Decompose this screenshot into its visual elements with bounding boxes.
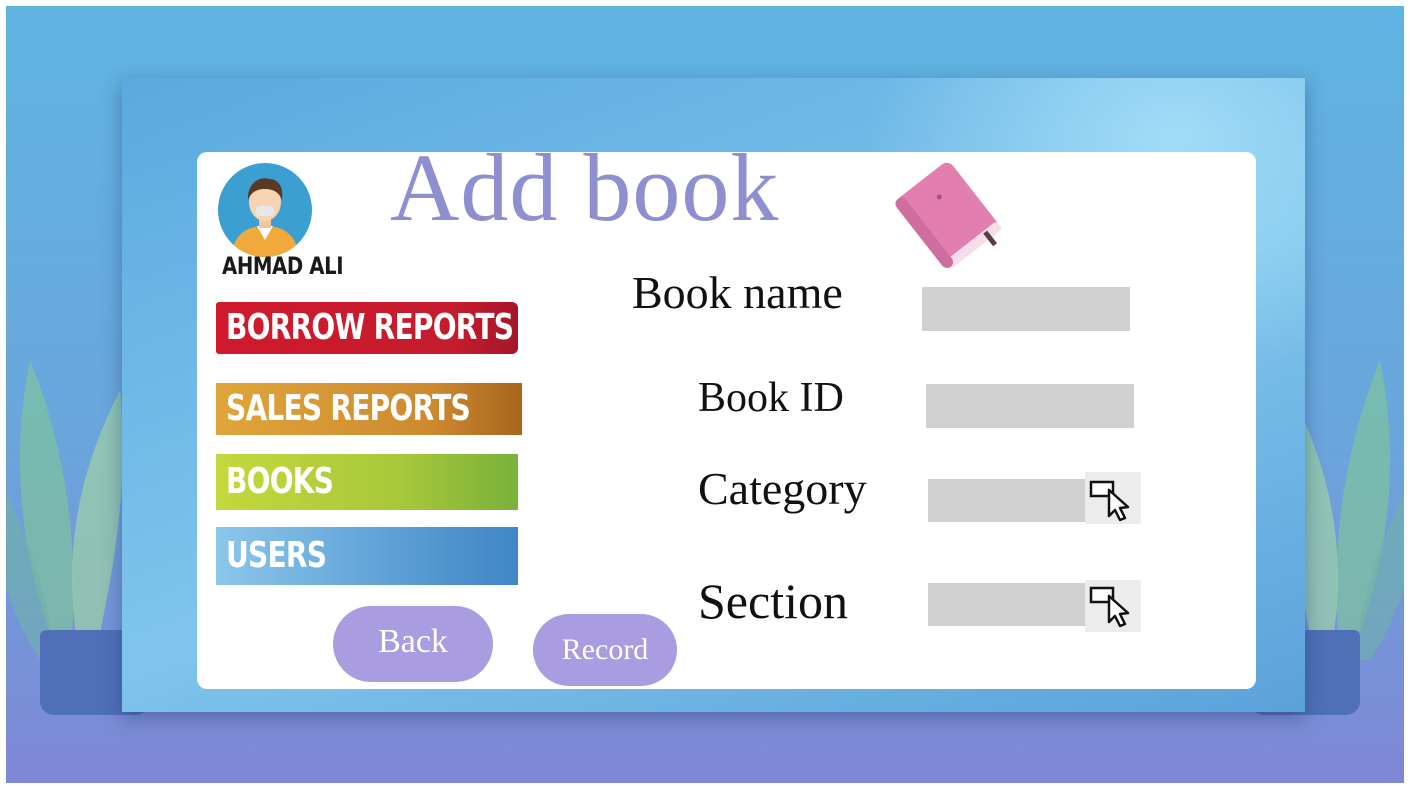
nav-sales-reports-button[interactable]: SALES REPORTS bbox=[216, 383, 522, 435]
category-dropdown-handle[interactable] bbox=[1085, 472, 1141, 524]
record-button[interactable]: Record bbox=[533, 614, 677, 686]
nav-books-label: BOOKS bbox=[226, 461, 334, 502]
nav-borrow-reports-label: BORROW REPORTS bbox=[226, 307, 514, 348]
book-id-label: Book ID bbox=[698, 375, 844, 421]
section-select[interactable] bbox=[928, 583, 1086, 626]
nav-users-button[interactable]: USERS bbox=[216, 527, 518, 585]
section-dropdown-handle[interactable] bbox=[1085, 580, 1141, 632]
book-name-field[interactable] bbox=[922, 287, 1130, 331]
nav-users-label: USERS bbox=[226, 535, 327, 576]
user-name: AHMAD ALI bbox=[222, 252, 344, 280]
nav-books-button[interactable]: BOOKS bbox=[216, 454, 518, 510]
pink-book-icon bbox=[895, 162, 1002, 269]
user-avatar-icon bbox=[218, 163, 312, 257]
section-label: Section bbox=[698, 573, 848, 629]
page-title: Add book bbox=[390, 134, 780, 241]
category-label: Category bbox=[698, 463, 867, 514]
category-select[interactable] bbox=[928, 479, 1086, 522]
nav-sales-reports-label: SALES REPORTS bbox=[226, 388, 471, 429]
pointer-cursor-icon bbox=[1089, 586, 1130, 628]
back-button[interactable]: Back bbox=[333, 606, 493, 682]
pointer-cursor-icon bbox=[1089, 480, 1130, 522]
book-name-label: Book name bbox=[632, 267, 843, 318]
nav-borrow-reports-button[interactable]: BORROW REPORTS bbox=[216, 302, 518, 354]
book-id-field[interactable] bbox=[926, 384, 1134, 428]
